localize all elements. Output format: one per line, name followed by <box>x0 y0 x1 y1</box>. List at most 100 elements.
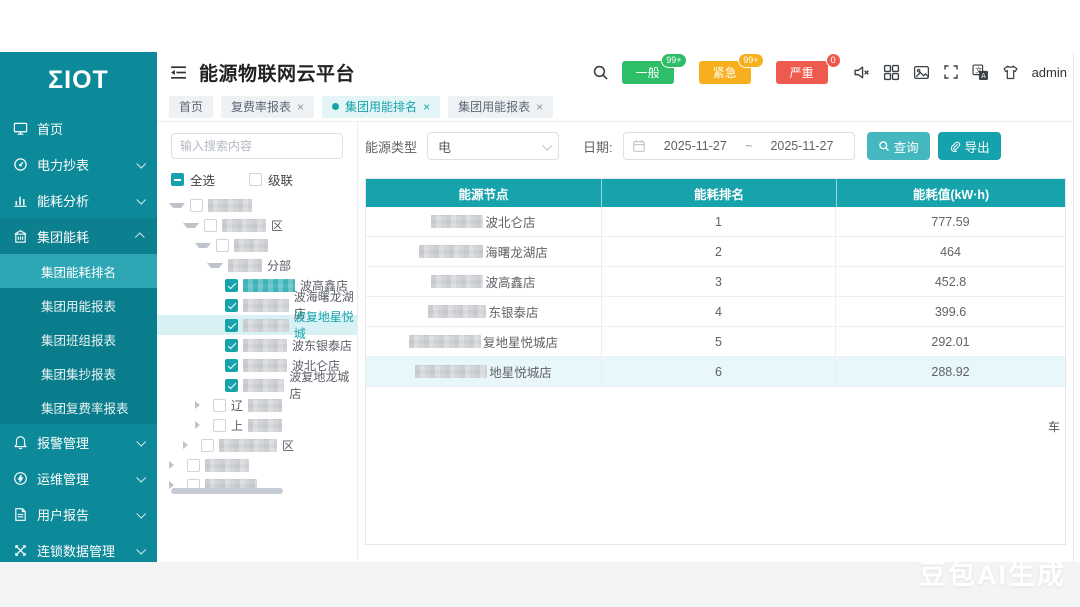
header: 能源物联网云平台 一般 99+ 紧急 99+ 严重 0 <box>157 52 1073 92</box>
logo: ΣIOT <box>0 58 157 102</box>
date-range-picker[interactable]: 2025-11-27 ~ 2025-11-27 <box>623 132 855 160</box>
horizontal-scrollbar[interactable] <box>171 488 283 494</box>
sidebar-subitem-label: 集团集抄报表 <box>41 364 116 383</box>
alarm-badge-severe[interactable]: 严重 0 <box>776 61 828 84</box>
side-drawer-handle[interactable]: 车 <box>1048 418 1060 435</box>
app-grid-icon[interactable] <box>883 64 900 81</box>
table-row-highlighted[interactable]: 地星悦城店 6 288.92 <box>366 357 1065 387</box>
tree-node[interactable] <box>157 195 357 215</box>
sidebar-item-energy-analysis[interactable]: 能耗分析 <box>0 182 157 218</box>
page-title: 能源物联网云平台 <box>199 59 355 86</box>
tree-node-label: 区 <box>271 217 283 234</box>
expander-icon[interactable] <box>195 421 208 429</box>
energy-value: 777.59 <box>835 207 1065 236</box>
close-icon[interactable]: × <box>423 100 430 114</box>
date-end[interactable]: 2025-11-27 <box>758 139 845 153</box>
table-row[interactable]: 波高鑫店 3 452.8 <box>366 267 1065 297</box>
sidebar-item-ops-management[interactable]: 运维管理 <box>0 460 157 496</box>
expander-icon[interactable] <box>169 461 182 469</box>
tab-multirate-report[interactable]: 复费率报表× <box>221 96 314 118</box>
energy-value: 464 <box>835 237 1065 266</box>
query-button[interactable]: 查询 <box>867 132 930 160</box>
mute-icon[interactable] <box>853 64 870 81</box>
checkbox[interactable] <box>190 199 203 212</box>
sidebar-item-user-report[interactable]: 用户报告 <box>0 496 157 532</box>
expander-icon[interactable] <box>183 441 196 449</box>
checkbox[interactable] <box>187 459 200 472</box>
tab-group-energy-ranking[interactable]: 集团用能排名 × <box>322 96 440 118</box>
report-icon <box>13 507 28 522</box>
tree-node-store-selected[interactable]: 波复地星悦城 <box>157 315 357 335</box>
tree-node[interactable]: 区 <box>157 215 357 235</box>
tree-node[interactable]: 区 <box>157 435 357 455</box>
energy-type-select[interactable]: 电 <box>427 132 559 160</box>
checkbox[interactable] <box>204 219 217 232</box>
shirt-icon[interactable] <box>1002 64 1019 81</box>
sidebar-item-alarm-management[interactable]: 报警管理 <box>0 424 157 460</box>
checkbox[interactable] <box>216 239 229 252</box>
tab-group-energy-report[interactable]: 集团用能报表× <box>448 96 553 118</box>
collapse-menu-icon[interactable] <box>170 64 187 81</box>
expander-icon[interactable] <box>195 401 208 409</box>
export-button-label: 导出 <box>965 137 990 156</box>
alarm-badge-urgent[interactable]: 紧急 99+ <box>699 61 751 84</box>
table-row[interactable]: 海曙龙湖店 2 464 <box>366 237 1065 267</box>
tab-label: 集团用能排名 <box>345 98 417 115</box>
checkbox[interactable] <box>201 439 214 452</box>
redacted-text <box>208 199 252 212</box>
tree-node-store[interactable]: 波东银泰店 <box>157 335 357 355</box>
select-all-checkbox[interactable] <box>171 173 184 186</box>
expander-icon[interactable] <box>183 223 199 228</box>
date-start[interactable]: 2025-11-27 <box>652 139 739 153</box>
expander-icon[interactable] <box>207 263 223 268</box>
main-panel: 能源类型 电 日期: 2025-11-27 ~ 2025-11-27 查询 <box>358 122 1073 562</box>
fullscreen-icon[interactable] <box>943 64 959 80</box>
checkbox[interactable] <box>225 319 238 332</box>
sidebar-subitem-multirate-report[interactable]: 集团复费率报表 <box>0 390 157 424</box>
bell-icon <box>13 435 28 450</box>
tree-node[interactable]: 分部 <box>157 255 357 275</box>
sidebar-subitem-energy-report[interactable]: 集团用能报表 <box>0 288 157 322</box>
table-row[interactable]: 复地星悦城店 5 292.01 <box>366 327 1065 357</box>
sidebar-subitem-energy-ranking[interactable]: 集团能耗排名 <box>0 254 157 288</box>
tree-node-store[interactable]: 波复地龙城店 <box>157 375 357 395</box>
node-name: 波北仑店 <box>485 212 535 231</box>
translate-icon[interactable]: 文A <box>972 64 989 81</box>
tree-node-label: 上 <box>231 417 243 434</box>
checkbox[interactable] <box>225 339 238 352</box>
tab-home[interactable]: 首页 <box>169 96 213 118</box>
close-icon[interactable]: × <box>297 100 304 114</box>
energy-value: 288.92 <box>835 357 1065 386</box>
export-button[interactable]: 导出 <box>938 132 1001 160</box>
expander-icon[interactable] <box>169 203 185 208</box>
table-row[interactable]: 波北仑店 1 777.59 <box>366 207 1065 237</box>
header-actions: 一般 99+ 紧急 99+ 严重 0 <box>592 61 1073 84</box>
tree-node[interactable] <box>157 235 357 255</box>
search-icon[interactable] <box>592 64 609 81</box>
checkbox[interactable] <box>213 419 226 432</box>
alarm-badge-label: 严重 <box>776 61 828 84</box>
app-window: ΣIOT 首页 电力抄表 能耗分析 集团能耗 集团能耗排名 集团用能报表 集团班… <box>0 52 1074 562</box>
sidebar-item-chain-data-management[interactable]: 连锁数据管理 <box>0 532 157 562</box>
checkbox[interactable] <box>225 359 238 372</box>
checkbox[interactable] <box>225 299 238 312</box>
sidebar-item-meter-reading[interactable]: 电力抄表 <box>0 146 157 182</box>
user-name[interactable]: admin <box>1032 65 1067 80</box>
sidebar-subitem-team-report[interactable]: 集团班组报表 <box>0 322 157 356</box>
alarm-badge-general[interactable]: 一般 99+ <box>622 61 674 84</box>
checkbox[interactable] <box>225 379 238 392</box>
tree-node[interactable] <box>157 455 357 475</box>
sidebar-item-home[interactable]: 首页 <box>0 110 157 146</box>
cascade-checkbox[interactable] <box>249 173 262 186</box>
checkbox[interactable] <box>225 279 238 292</box>
expander-icon[interactable] <box>195 243 211 248</box>
table-row[interactable]: 东银泰店 4 399.6 <box>366 297 1065 327</box>
sidebar-item-group-energy[interactable]: 集团能耗 <box>0 218 157 254</box>
checkbox[interactable] <box>213 399 226 412</box>
tree-node[interactable]: 上 <box>157 415 357 435</box>
close-icon[interactable]: × <box>536 100 543 114</box>
tree-node-label: 波东银泰店 <box>292 337 352 354</box>
image-icon[interactable] <box>913 64 930 81</box>
sidebar-subitem-collect-report[interactable]: 集团集抄报表 <box>0 356 157 390</box>
tree-search-input[interactable] <box>171 133 343 159</box>
